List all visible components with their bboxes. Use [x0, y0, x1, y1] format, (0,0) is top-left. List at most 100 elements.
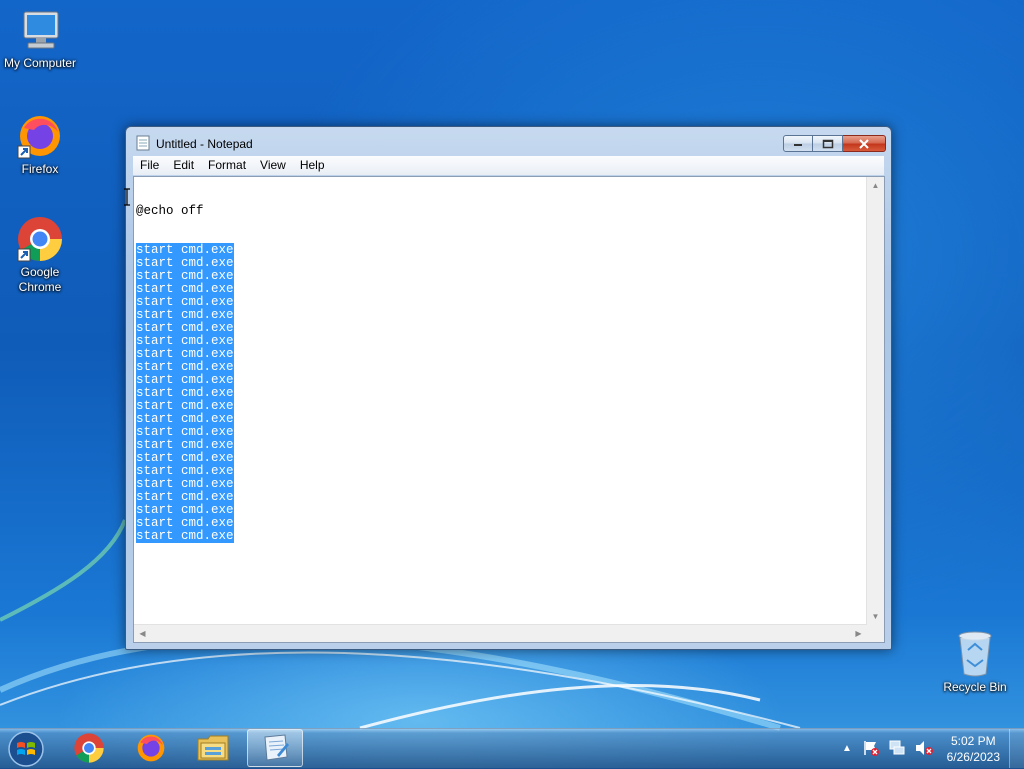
- minimize-button[interactable]: [783, 135, 813, 152]
- menu-view[interactable]: View: [253, 156, 293, 175]
- text-line: start cmd.exe: [136, 282, 866, 296]
- selected-text: start cmd.exe: [136, 399, 234, 413]
- text-line: start cmd.exe: [136, 529, 866, 543]
- text-line: @echo off: [136, 204, 204, 218]
- text-line: start cmd.exe: [136, 334, 866, 348]
- taskbar-notepad[interactable]: [247, 729, 303, 767]
- text-line: start cmd.exe: [136, 464, 866, 478]
- selected-text: start cmd.exe: [136, 438, 234, 452]
- text-line: start cmd.exe: [136, 321, 866, 335]
- clock-time: 5:02 PM: [950, 734, 996, 748]
- text-line: start cmd.exe: [136, 412, 866, 426]
- text-line: start cmd.exe: [136, 399, 866, 413]
- scroll-left-icon[interactable]: ◀: [134, 625, 151, 642]
- notepad-icon: [136, 135, 150, 151]
- maximize-button[interactable]: [813, 135, 843, 152]
- clock[interactable]: 5:02 PM 6/26/2023: [947, 733, 1000, 765]
- firefox-icon: [137, 734, 165, 762]
- desktop-icon-label: Firefox: [21, 162, 59, 176]
- network-icon[interactable]: [888, 739, 906, 757]
- close-button[interactable]: [843, 135, 886, 152]
- taskbar-chrome[interactable]: [61, 729, 117, 767]
- scroll-up-icon[interactable]: ▲: [867, 177, 884, 194]
- text-line: start cmd.exe: [136, 347, 866, 361]
- text-line: start cmd.exe: [136, 269, 866, 283]
- text-line: start cmd.exe: [136, 360, 866, 374]
- editor-text-area[interactable]: @echo off start cmd.exe start cmd.exe star…: [136, 179, 866, 624]
- size-grip[interactable]: [867, 625, 884, 642]
- text-line: start cmd.exe: [136, 451, 866, 465]
- notepad-window[interactable]: Untitled - Notepad File Edit Format View…: [125, 126, 892, 650]
- text-line: start cmd.exe: [136, 256, 866, 270]
- menu-edit[interactable]: Edit: [166, 156, 201, 175]
- action-center-flag-icon[interactable]: [862, 739, 880, 757]
- clock-date: 6/26/2023: [946, 750, 1000, 764]
- chrome-icon: [74, 733, 104, 763]
- selected-text: start cmd.exe: [136, 464, 234, 478]
- selected-text: start cmd.exe: [136, 425, 234, 439]
- desktop-icon-google-chrome[interactable]: Google Chrome: [0, 215, 80, 295]
- firefox-icon: [17, 116, 60, 159]
- selected-text: start cmd.exe: [136, 373, 234, 387]
- window-title: Untitled - Notepad: [156, 137, 253, 151]
- text-line: start cmd.exe: [136, 308, 866, 322]
- scroll-right-icon[interactable]: ▶: [850, 625, 867, 642]
- desktop-icon-recycle-bin[interactable]: Recycle Bin: [935, 630, 1015, 695]
- start-button[interactable]: [6, 731, 46, 767]
- my-computer-icon: [23, 11, 59, 49]
- show-hidden-icons-arrow[interactable]: ▲: [842, 743, 852, 754]
- selected-text: start cmd.exe: [136, 386, 234, 400]
- horizontal-scrollbar[interactable]: ◀ ▶: [134, 624, 867, 642]
- recycle-bin-icon: [958, 631, 992, 677]
- selected-text: start cmd.exe: [136, 308, 234, 322]
- volume-muted-icon[interactable]: [914, 739, 934, 757]
- selected-text: start cmd.exe: [136, 529, 234, 543]
- chrome-icon: [17, 217, 62, 262]
- maximize-icon: [822, 139, 833, 148]
- selected-text: start cmd.exe: [136, 516, 234, 530]
- desktop-icon-label: My Computer: [3, 56, 77, 70]
- text-line: start cmd.exe: [136, 490, 866, 504]
- taskbar-firefox[interactable]: [123, 729, 179, 767]
- text-line: start cmd.exe: [136, 425, 866, 439]
- minimize-icon: [794, 143, 802, 146]
- ibeam-cursor-icon: [124, 188, 130, 206]
- selected-text: start cmd.exe: [136, 295, 234, 309]
- selected-text: start cmd.exe: [136, 321, 234, 335]
- taskbar-file-explorer[interactable]: [185, 729, 241, 767]
- file-explorer-icon: [197, 735, 229, 761]
- selected-text: start cmd.exe: [136, 477, 234, 491]
- menu-file[interactable]: File: [133, 156, 166, 175]
- text-line: start cmd.exe: [136, 295, 866, 309]
- vertical-scrollbar[interactable]: ▲ ▼: [866, 177, 884, 625]
- desktop-icon-my-computer[interactable]: My Computer: [0, 10, 80, 71]
- text-line: start cmd.exe: [136, 386, 866, 400]
- selected-text: start cmd.exe: [136, 256, 234, 270]
- scroll-down-icon[interactable]: ▼: [867, 608, 884, 625]
- selected-text: start cmd.exe: [136, 490, 234, 504]
- selected-text: start cmd.exe: [136, 282, 234, 296]
- menu-format[interactable]: Format: [201, 156, 253, 175]
- selected-text: start cmd.exe: [136, 451, 234, 465]
- notepad-icon: [264, 734, 289, 761]
- title-bar[interactable]: Untitled - Notepad: [126, 127, 891, 157]
- selected-text: start cmd.exe: [136, 412, 234, 426]
- desktop-icon-firefox[interactable]: Firefox: [0, 112, 80, 177]
- text-editor[interactable]: @echo off start cmd.exe start cmd.exe star…: [133, 176, 885, 643]
- menu-bar: File Edit Format View Help: [133, 156, 884, 175]
- selected-text: start cmd.exe: [136, 503, 234, 517]
- selected-text: start cmd.exe: [136, 347, 234, 361]
- close-icon: [859, 138, 869, 149]
- system-tray: ▲: [842, 728, 934, 768]
- selected-text: start cmd.exe: [136, 360, 234, 374]
- text-line: start cmd.exe: [136, 373, 866, 387]
- text-line: start cmd.exe: [136, 477, 866, 491]
- desktop-icon-label: Recycle Bin: [943, 680, 1007, 694]
- text-line: start cmd.exe: [136, 438, 866, 452]
- text-line: start cmd.exe: [136, 503, 866, 517]
- desktop-icon-label: Google Chrome: [18, 265, 62, 294]
- text-line: start cmd.exe: [136, 243, 866, 257]
- show-desktop-button[interactable]: [1009, 729, 1024, 768]
- text-line: start cmd.exe: [136, 516, 866, 530]
- menu-help[interactable]: Help: [293, 156, 332, 175]
